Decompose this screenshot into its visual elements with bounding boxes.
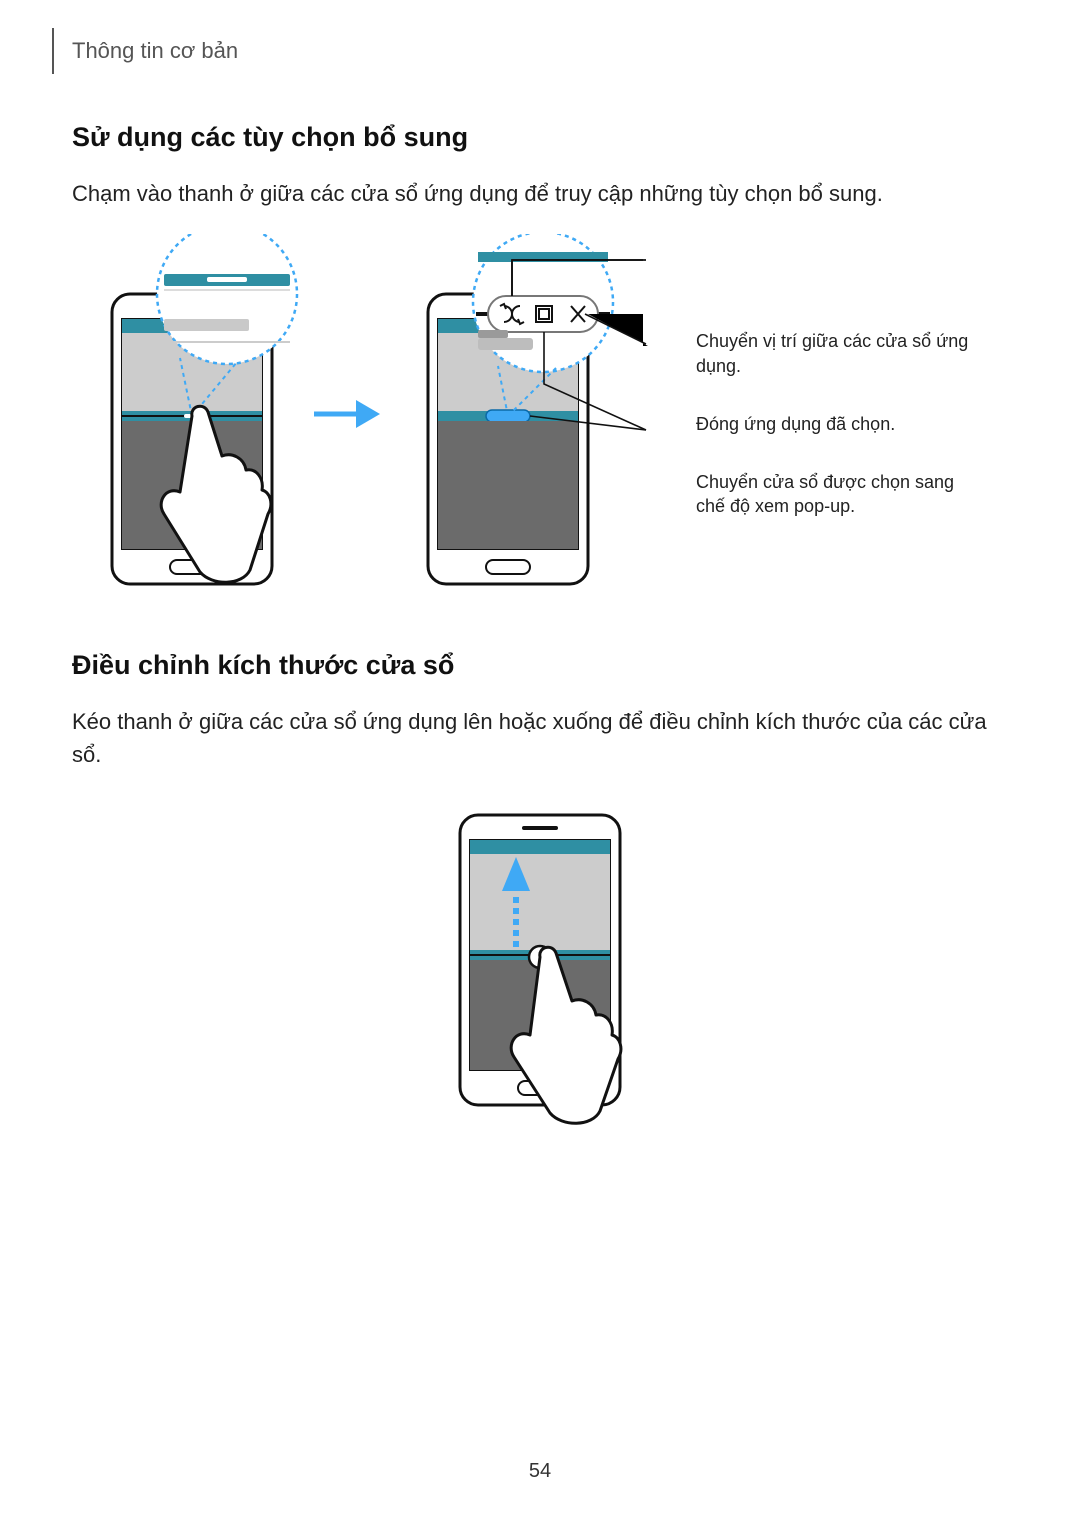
section-body-resize: Kéo thanh ở giữa các cửa sổ ứng dụng lên… bbox=[72, 705, 1008, 771]
section-heading-options: Sử dụng các tùy chọn bổ sung bbox=[72, 122, 1008, 153]
callout-list: Chuyển vị trí giữa các cửa sổ ứng dụng. … bbox=[696, 309, 976, 518]
arrow-right-icon bbox=[310, 394, 380, 434]
page-number: 54 bbox=[0, 1460, 1080, 1483]
chapter-header: Thông tin cơ bản bbox=[72, 28, 1008, 74]
section-body-options: Chạm vào thanh ở giữa các cửa sổ ứng dụn… bbox=[72, 177, 1008, 210]
figure-resize bbox=[72, 795, 1008, 1135]
chapter-title: Thông tin cơ bản bbox=[72, 38, 238, 64]
callout-popup: Chuyển cửa sổ được chọn sang chế độ xem … bbox=[696, 470, 976, 519]
callout-close: Đóng ứng dụng đã chọn. bbox=[696, 412, 976, 436]
page-content: Thông tin cơ bản Sử dụng các tùy chọn bổ… bbox=[0, 0, 1080, 1165]
phone-illustration-resize bbox=[420, 795, 660, 1135]
figure-row-options: Chuyển vị trí giữa các cửa sổ ứng dụng. … bbox=[72, 234, 1008, 594]
section-heading-resize: Điều chỉnh kích thước cửa sổ bbox=[72, 650, 1008, 681]
phone-illustration-right bbox=[388, 234, 678, 594]
header-divider bbox=[52, 28, 54, 74]
phone-illustration-left bbox=[72, 234, 302, 594]
callout-swap: Chuyển vị trí giữa các cửa sổ ứng dụng. bbox=[696, 329, 976, 378]
